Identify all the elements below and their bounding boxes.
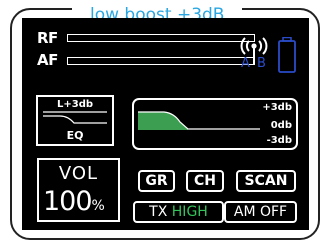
tx-power-button[interactable]: TX HIGH xyxy=(133,201,224,223)
ch-button[interactable]: CH xyxy=(186,170,224,192)
eq-response-graph: +3db 0db -3db xyxy=(132,98,298,150)
volume-value: 100 xyxy=(43,186,93,217)
display-screen: RF AF A B L+3db EQ +3db 0db -3db VOL 100… xyxy=(22,18,309,230)
gr-button[interactable]: GR xyxy=(138,170,175,192)
eq-label: EQ xyxy=(66,129,84,142)
zero-db-label: 0db xyxy=(270,120,292,131)
receiver-panel: low boost +3dB RF AF A B L+3db EQ +3db 0… xyxy=(0,0,329,249)
eq-button[interactable]: L+3db EQ xyxy=(36,95,114,146)
tx-label: TX xyxy=(149,204,168,220)
plus-3db-label: +3db xyxy=(262,102,292,113)
boost-region xyxy=(138,112,188,130)
diversity-b-label: B xyxy=(257,56,266,71)
tx-level: HIGH xyxy=(171,204,208,220)
am-button[interactable]: AM OFF xyxy=(224,201,297,223)
rf-label: RF xyxy=(37,29,58,47)
volume-unit: % xyxy=(91,198,105,214)
eq-setting: L+3db xyxy=(56,99,94,110)
volume-value-wrap: 100% xyxy=(43,187,105,221)
minus-3db-label: -3db xyxy=(266,135,292,146)
af-label: AF xyxy=(37,51,58,69)
battery-icon xyxy=(278,37,296,73)
scan-button[interactable]: SCAN xyxy=(236,170,296,192)
diversity-a-label: A xyxy=(241,56,250,71)
volume-label: VOL xyxy=(58,163,99,184)
rf-meter xyxy=(67,34,255,42)
volume-display[interactable]: VOL 100% xyxy=(37,158,120,222)
af-meter xyxy=(67,57,255,65)
